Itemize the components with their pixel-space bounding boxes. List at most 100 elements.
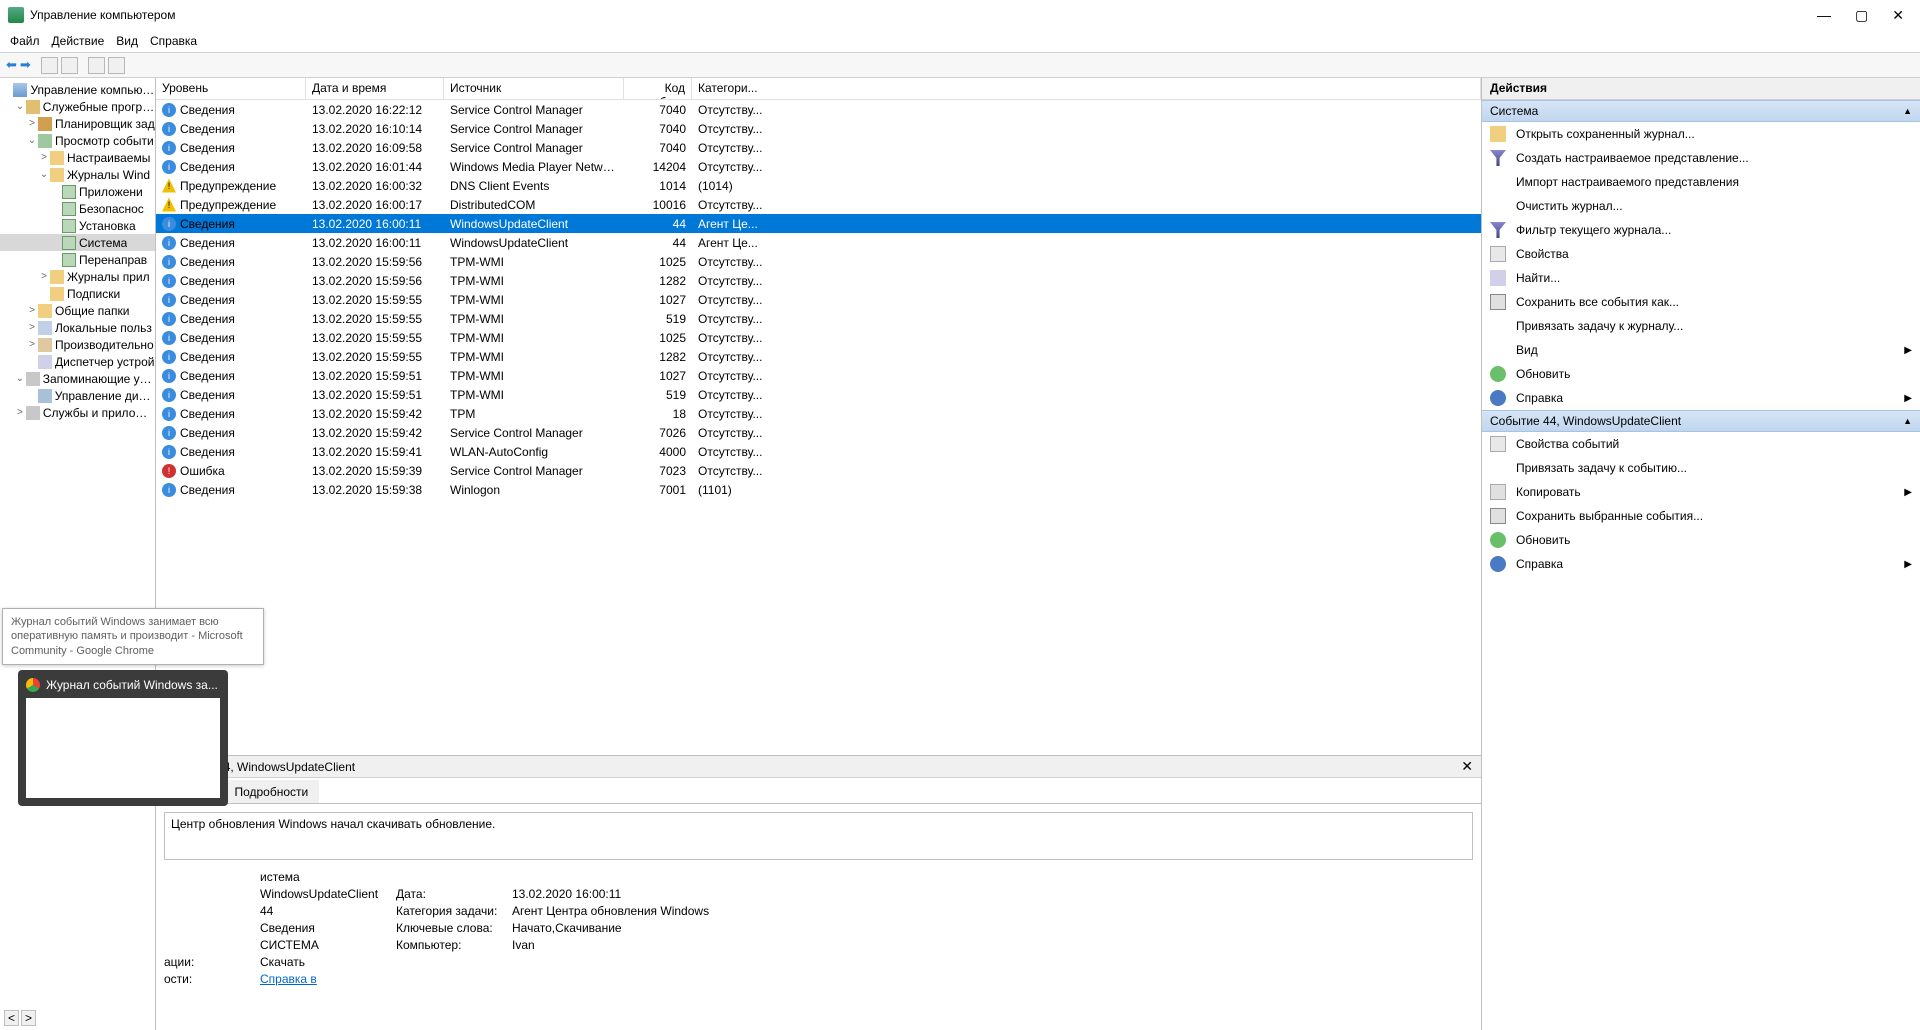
forward-button[interactable] <box>20 57 31 73</box>
event-row[interactable]: Сведения13.02.2020 16:10:14Service Contr… <box>156 119 1481 138</box>
tree-item[interactable]: >Планировщик зад <box>0 115 155 132</box>
menu-Файл[interactable]: Файл <box>10 34 40 48</box>
action-item[interactable]: Открыть сохраненный журнал... <box>1482 122 1920 146</box>
tree-twisty[interactable]: ⌄ <box>38 169 50 180</box>
tab-details[interactable]: Подробности <box>223 780 319 803</box>
event-row[interactable]: Сведения13.02.2020 16:22:12Service Contr… <box>156 100 1481 119</box>
action-item[interactable]: Привязать задачу к событию... <box>1482 456 1920 480</box>
tree-twisty[interactable]: > <box>26 305 38 316</box>
tree-twisty[interactable]: ⌄ <box>26 135 38 146</box>
tree-twisty[interactable]: > <box>38 271 50 282</box>
help-link[interactable]: Справка в <box>260 972 317 986</box>
toolbar-btn-4[interactable] <box>108 57 125 74</box>
event-row[interactable]: Предупреждение13.02.2020 16:00:32DNS Cli… <box>156 176 1481 195</box>
action-item[interactable]: Свойства <box>1482 242 1920 266</box>
event-row[interactable]: Сведения13.02.2020 15:59:51TPM-WMI1027От… <box>156 366 1481 385</box>
event-row[interactable]: Сведения13.02.2020 15:59:41WLAN-AutoConf… <box>156 442 1481 461</box>
info-icon <box>162 369 176 383</box>
tree-scroll-right[interactable]: > <box>21 1010 36 1026</box>
action-item[interactable]: Копировать▶ <box>1482 480 1920 504</box>
action-item[interactable]: Привязать задачу к журналу... <box>1482 314 1920 338</box>
tree-item[interactable]: ⌄Служебные програм <box>0 98 155 115</box>
tree-item[interactable]: >Локальные польз <box>0 319 155 336</box>
event-row[interactable]: Сведения13.02.2020 15:59:55TPM-WMI1025От… <box>156 328 1481 347</box>
action-item[interactable]: Очистить журнал... <box>1482 194 1920 218</box>
taskbar-preview[interactable]: Журнал событий Windows за... <box>18 670 228 806</box>
event-row[interactable]: Сведения13.02.2020 15:59:38Winlogon7001(… <box>156 480 1481 499</box>
event-row[interactable]: Сведения13.02.2020 15:59:55TPM-WMI1282От… <box>156 347 1481 366</box>
action-item[interactable]: Сохранить выбранные события... <box>1482 504 1920 528</box>
tree-scroll-left[interactable]: < <box>4 1010 19 1026</box>
toolbar-btn-2[interactable] <box>61 57 78 74</box>
details-close-button[interactable]: ✕ <box>1461 758 1473 775</box>
tree-twisty[interactable]: > <box>26 339 38 350</box>
tree-item[interactable]: >Службы и приложен <box>0 404 155 421</box>
tree-twisty[interactable]: > <box>26 118 38 129</box>
tree-item[interactable]: Система <box>0 234 155 251</box>
action-item[interactable]: Сохранить все события как... <box>1482 290 1920 314</box>
close-button[interactable]: ✕ <box>1892 7 1904 24</box>
tree-item[interactable]: Перенаправ <box>0 251 155 268</box>
event-row[interactable]: Сведения13.02.2020 15:59:51TPM-WMI519Отс… <box>156 385 1481 404</box>
minimize-button[interactable]: — <box>1817 7 1831 24</box>
action-item[interactable]: Импорт настраиваемого представления <box>1482 170 1920 194</box>
tree-item[interactable]: ⌄Запоминающие устр <box>0 370 155 387</box>
event-row[interactable]: Сведения13.02.2020 16:00:11WindowsUpdate… <box>156 233 1481 252</box>
tree-item[interactable]: >Настраиваемы <box>0 149 155 166</box>
col-level[interactable]: Уровень <box>156 78 306 99</box>
tree-twisty[interactable]: > <box>38 152 50 163</box>
tree-item[interactable]: >Журналы прил <box>0 268 155 285</box>
taskbar-thumbnail[interactable] <box>26 698 220 798</box>
tree-item[interactable]: Управление диска <box>0 387 155 404</box>
action-item[interactable]: Фильтр текущего журнала... <box>1482 218 1920 242</box>
toolbar-btn-3[interactable] <box>88 57 105 74</box>
tree-item[interactable]: Установка <box>0 217 155 234</box>
action-item[interactable]: Свойства событий <box>1482 432 1920 456</box>
col-category[interactable]: Категори... <box>692 78 1481 99</box>
toolbar-btn-1[interactable] <box>41 57 58 74</box>
event-row[interactable]: Сведения13.02.2020 15:59:55TPM-WMI1027От… <box>156 290 1481 309</box>
event-row[interactable]: Сведения13.02.2020 15:59:42TPM18Отсутств… <box>156 404 1481 423</box>
action-item[interactable]: Обновить <box>1482 528 1920 552</box>
tree-twisty[interactable]: > <box>26 322 38 333</box>
menu-Вид[interactable]: Вид <box>116 34 138 48</box>
col-datetime[interactable]: Дата и время <box>306 78 444 99</box>
tree-item[interactable]: Приложени <box>0 183 155 200</box>
tree-item[interactable]: ⌄Просмотр событи <box>0 132 155 149</box>
tree-item[interactable]: Подписки <box>0 285 155 302</box>
event-row[interactable]: Сведения13.02.2020 15:59:55TPM-WMI519Отс… <box>156 309 1481 328</box>
event-row[interactable]: Сведения13.02.2020 16:01:44Windows Media… <box>156 157 1481 176</box>
action-label: Обновить <box>1516 533 1570 547</box>
action-item[interactable]: Справка▶ <box>1482 552 1920 576</box>
menu-Справка[interactable]: Справка <box>150 34 197 48</box>
maximize-button[interactable]: ▢ <box>1855 7 1868 24</box>
tree-item[interactable]: Диспетчер устрой <box>0 353 155 370</box>
col-eventid[interactable]: Код собы... <box>624 78 692 99</box>
tree-twisty[interactable]: ⌄ <box>14 373 26 384</box>
tree-twisty[interactable]: ⌄ <box>14 101 26 112</box>
menu-Действие[interactable]: Действие <box>52 34 105 48</box>
actions-section-event[interactable]: Событие 44, WindowsUpdateClient▲ <box>1482 410 1920 432</box>
action-item[interactable]: Создать настраиваемое представление... <box>1482 146 1920 170</box>
action-item[interactable]: Обновить <box>1482 362 1920 386</box>
event-row[interactable]: Предупреждение13.02.2020 16:00:17Distrib… <box>156 195 1481 214</box>
event-row[interactable]: Сведения13.02.2020 15:59:56TPM-WMI1025От… <box>156 252 1481 271</box>
tree-twisty[interactable]: > <box>14 407 26 418</box>
event-row[interactable]: Сведения13.02.2020 16:00:11WindowsUpdate… <box>156 214 1481 233</box>
action-item[interactable]: Вид▶ <box>1482 338 1920 362</box>
tree-item[interactable]: Управление компьютер <box>0 81 155 98</box>
event-row[interactable]: Сведения13.02.2020 15:59:56TPM-WMI1282От… <box>156 271 1481 290</box>
actions-section-system[interactable]: Система▲ <box>1482 100 1920 122</box>
event-row[interactable]: Ошибка13.02.2020 15:59:39Service Control… <box>156 461 1481 480</box>
event-row[interactable]: Сведения13.02.2020 16:09:58Service Contr… <box>156 138 1481 157</box>
action-item[interactable]: Найти... <box>1482 266 1920 290</box>
tree-item[interactable]: Безопаснос <box>0 200 155 217</box>
action-item[interactable]: Справка▶ <box>1482 386 1920 410</box>
event-row[interactable]: Сведения13.02.2020 15:59:42Service Contr… <box>156 423 1481 442</box>
event-list[interactable]: Сведения13.02.2020 16:22:12Service Contr… <box>156 100 1481 755</box>
back-button[interactable] <box>6 57 17 73</box>
tree-item[interactable]: ⌄Журналы Wind <box>0 166 155 183</box>
tree-item[interactable]: >Производительно <box>0 336 155 353</box>
tree-item[interactable]: >Общие папки <box>0 302 155 319</box>
col-source[interactable]: Источник <box>444 78 624 99</box>
